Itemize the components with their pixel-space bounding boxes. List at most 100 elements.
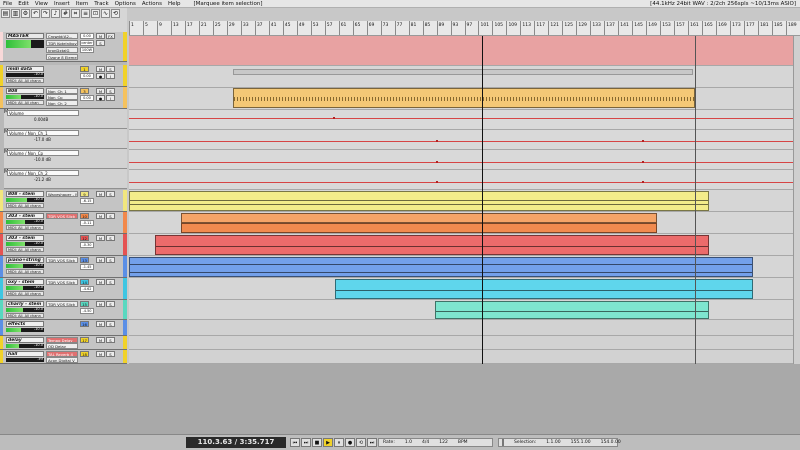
fx-slot-1[interactable]: TDR VOS Slick: [46, 301, 78, 307]
lane-charly-stem[interactable]: [129, 300, 793, 320]
lane-303-stem-b[interactable]: [129, 234, 793, 256]
track-effects[interactable]: effects -10.0 16 M S: [0, 320, 127, 336]
master-mute-button[interactable]: M: [96, 33, 105, 39]
menu-item[interactable]: Item: [73, 1, 92, 7]
time-signature[interactable]: 4/4: [422, 439, 429, 446]
media-item[interactable]: [335, 279, 753, 299]
repeat-icon[interactable]: ⟲: [356, 438, 366, 447]
fx-slot-3[interactable]: Non_Ch_2: [46, 100, 78, 106]
media-item[interactable]: [129, 257, 753, 277]
media-item[interactable]: [155, 235, 709, 255]
envelope-point[interactable]: [642, 140, 644, 142]
media-item[interactable]: [233, 69, 693, 75]
midi-input[interactable]: MIDI: All, All chan: [6, 100, 44, 105]
play-icon[interactable]: ▶: [323, 438, 333, 447]
master-solo-button[interactable]: S: [96, 40, 105, 46]
midi-input[interactable]: MIDI: All, All chann: [6, 291, 44, 296]
rate-panel[interactable]: Rate: 1.0 4/4 122 BPM: [378, 438, 493, 447]
skip-icon[interactable]: ⏭: [367, 438, 377, 447]
envelope-point[interactable]: [642, 181, 644, 183]
mute-button[interactable]: M: [96, 66, 105, 72]
envelope-point[interactable]: [333, 117, 335, 119]
track-piano-string-stem[interactable]: piano+string - -10.0 MIDI: All, All chan…: [0, 256, 127, 278]
midi-input[interactable]: MIDI: All, All chann: [6, 269, 44, 274]
media-item[interactable]: [181, 223, 657, 233]
master-fx-3[interactable]: kronDxtalG: [46, 47, 78, 53]
solo-button[interactable]: S: [106, 235, 115, 241]
volume-readout[interactable]: -0.30: [80, 242, 94, 248]
envelope-name[interactable]: Volume / Non_Ch_2: [7, 170, 79, 176]
solo-button[interactable]: S: [106, 279, 115, 285]
mute-button[interactable]: M: [96, 351, 105, 357]
selection-start[interactable]: 1.1.00: [546, 439, 560, 447]
track-808[interactable]: 808 -10.0 MIDI: All, All chan Non_Ch_1 N…: [0, 87, 127, 109]
mute-button[interactable]: M: [96, 213, 105, 219]
snap-icon[interactable]: ⌗: [71, 9, 80, 18]
midi-input[interactable]: MIDI: All, All chann: [6, 247, 44, 252]
selection-icon[interactable]: [502, 439, 504, 446]
envelope-lane-non-cp[interactable]: Volume / Non_Cp -10.0 dB M: [4, 149, 127, 169]
time-display[interactable]: 110.3.63 / 3:35.717: [186, 437, 286, 448]
volume-readout[interactable]: 0.00: [80, 73, 94, 79]
midi-input[interactable]: MIDI: All, All chann: [6, 203, 44, 208]
envelope-name[interactable]: Volume / Non_Cp: [7, 150, 79, 156]
vertical-scrollbar[interactable]: [793, 36, 800, 364]
mute-button[interactable]: M: [96, 88, 105, 94]
lane-master[interactable]: [129, 36, 793, 66]
envelope-lane-non-ch-2[interactable]: Volume / Non_Ch_2 -21.2 dB M: [4, 169, 127, 189]
track-hall[interactable]: hall -inf TAL Reverb 4 Acon Digital V 18…: [0, 350, 127, 364]
media-item[interactable]: [435, 301, 709, 319]
envelope-point[interactable]: [436, 140, 438, 142]
stop-icon[interactable]: ■: [312, 438, 322, 447]
menu-actions[interactable]: Actions: [139, 1, 165, 7]
envelope-lane-volume[interactable]: Volume 0.00dB M: [4, 109, 127, 129]
master-fx-button[interactable]: FX: [106, 33, 115, 39]
selection-panel[interactable]: Selection: 1.1.00 155.1.00 154.0.00: [498, 438, 621, 447]
fx-slot-2[interactable]: Acon Digital V: [46, 357, 78, 363]
open-icon[interactable]: ▤: [1, 9, 10, 18]
mute-button[interactable]: M: [96, 321, 105, 327]
volume-readout[interactable]: -1.45: [80, 264, 94, 270]
envelope-name[interactable]: Volume / Non_Ch_1: [7, 130, 79, 136]
solo-button[interactable]: S: [106, 337, 115, 343]
solo-button[interactable]: S: [106, 301, 115, 307]
solo-button[interactable]: S: [106, 257, 115, 263]
menu-options[interactable]: Options: [112, 1, 139, 7]
master-fx-2[interactable]: TDR Kotelnikov: [46, 40, 78, 46]
volume-readout[interactable]: -0.11: [80, 220, 94, 226]
grid-icon[interactable]: #: [61, 9, 70, 18]
lane-envelope-non-ch-1[interactable]: [129, 130, 793, 150]
lane-envelope-volume[interactable]: [129, 110, 793, 130]
lane-piano-string-stem[interactable]: [129, 256, 793, 278]
settings-icon[interactable]: ⚙: [21, 9, 30, 18]
io-button[interactable]: I: [106, 73, 115, 79]
rec-arm-button[interactable]: ●: [96, 95, 105, 101]
lane-303-stem-a[interactable]: [129, 212, 793, 234]
metronome-icon[interactable]: ♪: [51, 9, 60, 18]
empty-track-area[interactable]: [0, 364, 800, 434]
menu-insert[interactable]: Insert: [51, 1, 73, 7]
solo-button[interactable]: S: [106, 351, 115, 357]
solo-button[interactable]: S: [106, 321, 115, 327]
fx-slot-1[interactable]: TDR VOS Slick: [46, 257, 78, 263]
envelope-point[interactable]: [436, 161, 438, 163]
midi-input[interactable]: MIDI: All, All chann: [6, 313, 44, 318]
menu-help[interactable]: Help: [165, 1, 184, 7]
media-item[interactable]: [129, 191, 709, 211]
master-fx-4[interactable]: Ozone 8 Eleme: [46, 54, 78, 60]
master-volume-readout[interactable]: 0.00: [80, 33, 94, 39]
go-to-start-icon[interactable]: ⏮: [290, 438, 300, 447]
menu-view[interactable]: View: [32, 1, 51, 7]
lock-icon[interactable]: ⊡: [91, 9, 100, 18]
envelope-lane-non-ch-1[interactable]: Volume / Non_Ch_1 -17.0 dB M: [4, 129, 127, 149]
lane-hall[interactable]: [129, 350, 793, 364]
menu-track[interactable]: Track: [91, 1, 111, 7]
volume-readout[interactable]: -4.62: [80, 286, 94, 292]
rate-value[interactable]: 1.0: [405, 439, 412, 446]
media-item[interactable]: [181, 213, 657, 223]
envelope-line[interactable]: [129, 141, 793, 142]
track-303-stem-b[interactable]: 303 - stem -10.0 MIDI: All, All chann -0…: [0, 234, 127, 256]
envelope-name[interactable]: Volume: [7, 110, 79, 116]
arrange-view[interactable]: [129, 36, 793, 364]
envelope-line[interactable]: [129, 182, 793, 183]
